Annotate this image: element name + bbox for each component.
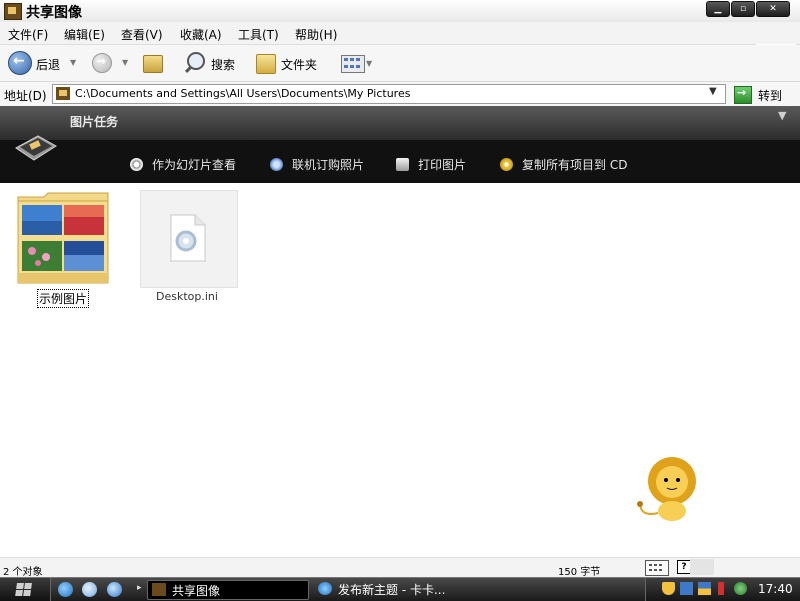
minimize-button[interactable]: ▁ xyxy=(706,1,730,17)
search-icon[interactable] xyxy=(187,52,205,70)
address-dropdown-icon[interactable]: ▼ xyxy=(709,86,717,97)
status-object-count: 2 个对象 xyxy=(3,567,43,578)
file-thumbnail xyxy=(140,190,238,288)
internet-explorer-icon[interactable] xyxy=(58,582,73,597)
views-dropdown-icon[interactable]: ▼ xyxy=(366,59,372,68)
task-label: 复制所有项目到 CD xyxy=(522,158,628,172)
lion-mascot-icon[interactable] xyxy=(636,455,706,525)
toolbar: 后退 ▼ ▼ 搜索 文件夹 ▼ xyxy=(0,45,800,82)
order-prints-icon xyxy=(270,158,283,171)
go-arrow-icon[interactable] xyxy=(734,86,752,104)
close-button[interactable]: ✕ xyxy=(756,1,790,17)
up-folder-icon[interactable] xyxy=(143,55,163,73)
folders-icon[interactable] xyxy=(256,54,276,74)
app-folder-icon xyxy=(4,3,22,20)
maximize-button[interactable]: ▫ xyxy=(731,1,755,17)
title-bar[interactable]: 共享图像 ▁ ▫ ✕ xyxy=(0,0,800,23)
menu-edit[interactable]: 编辑(E) xyxy=(64,26,105,43)
taskbar-button-post-topic[interactable]: 发布新主题 - 卡卡... xyxy=(314,580,474,598)
internet-explorer-icon xyxy=(318,582,332,595)
forward-arrow-icon[interactable] xyxy=(92,53,112,73)
red-tool-icon[interactable] xyxy=(718,582,724,595)
windows-start-icon xyxy=(15,583,33,597)
task-pane-title: 图片任务 xyxy=(70,115,119,129)
back-button-label[interactable]: 后退 xyxy=(36,56,60,73)
cd-burn-icon xyxy=(500,158,513,171)
taskbar-button-label: 共享图像 xyxy=(172,584,221,598)
back-dropdown-icon[interactable]: ▼ xyxy=(70,58,76,67)
green-app-icon[interactable] xyxy=(734,582,747,595)
menu-favorites[interactable]: 收藏(A) xyxy=(180,26,222,43)
folders-button-label[interactable]: 文件夹 xyxy=(281,56,317,73)
back-arrow-icon[interactable] xyxy=(8,51,32,75)
status-bar: 2 个对象 150 字节 ? xyxy=(0,557,800,578)
window-title: 共享图像 xyxy=(26,5,82,21)
keyboard-icon[interactable] xyxy=(645,560,669,576)
collapse-chevron-icon[interactable]: ▼ xyxy=(778,109,786,122)
task-label: 打印图片 xyxy=(418,158,467,172)
menu-help[interactable]: 帮助(H) xyxy=(295,26,337,43)
address-value[interactable]: C:\Documents and Settings\All Users\Docu… xyxy=(75,87,410,100)
menu-tools[interactable]: 工具(T) xyxy=(238,26,279,43)
media-player-icon[interactable] xyxy=(107,582,122,597)
taskbar: ▸ 共享图像 发布新主题 - 卡卡... 17:40 xyxy=(0,577,800,601)
task-label: 联机订购照片 xyxy=(292,158,365,172)
folder-icon xyxy=(152,583,166,596)
printer-icon xyxy=(396,158,409,171)
search-button-label[interactable]: 搜索 xyxy=(211,56,235,73)
security-shield-icon[interactable] xyxy=(662,582,675,595)
forward-dropdown-icon[interactable]: ▼ xyxy=(122,58,128,67)
start-button[interactable] xyxy=(0,578,51,601)
task-pane-header xyxy=(0,106,800,140)
task-label: 作为幻灯片查看 xyxy=(152,158,237,172)
folder-thumbnail-icon xyxy=(17,192,109,284)
address-bar: 地址(D) C:\Documents and Settings\All User… xyxy=(0,82,800,107)
network-icon[interactable] xyxy=(680,582,693,595)
messenger-icon[interactable] xyxy=(82,582,97,597)
address-folder-icon xyxy=(56,87,70,100)
address-input[interactable]: C:\Documents and Settings\All Users\Docu… xyxy=(52,84,726,104)
views-icon[interactable] xyxy=(341,55,365,73)
status-panel xyxy=(690,559,714,575)
menu-file[interactable]: 文件(F) xyxy=(8,26,48,43)
settings-file-icon xyxy=(170,214,206,262)
camera-scanner-icon xyxy=(15,135,57,161)
folder-label[interactable]: 示例图片 xyxy=(37,289,90,308)
system-tray: 17:40 xyxy=(645,578,800,601)
slideshow-icon xyxy=(130,158,143,171)
taskbar-button-label: 发布新主题 - 卡卡... xyxy=(338,583,446,597)
help-icon[interactable]: ? xyxy=(677,560,691,574)
network-warning-icon[interactable] xyxy=(698,582,711,595)
clock[interactable]: 17:40 xyxy=(758,582,793,596)
taskbar-button-shared-pictures[interactable]: 共享图像 xyxy=(147,580,309,600)
file-label[interactable]: Desktop.ini xyxy=(156,290,218,303)
picture-tasks-pane: 图片任务 ▼ 作为幻灯片查看 联机订购照片 打印图片 复制所有项目到 CD xyxy=(0,106,800,183)
menu-bar: 文件(F) 编辑(E) 查看(V) 收藏(A) 工具(T) 帮助(H) xyxy=(0,22,800,66)
menu-view[interactable]: 查看(V) xyxy=(121,26,163,43)
status-size: 150 字节 xyxy=(558,567,601,578)
quick-launch-more-icon[interactable]: ▸ xyxy=(137,583,142,593)
go-button-label[interactable]: 转到 xyxy=(758,87,782,104)
address-label: 地址(D) xyxy=(4,89,47,103)
